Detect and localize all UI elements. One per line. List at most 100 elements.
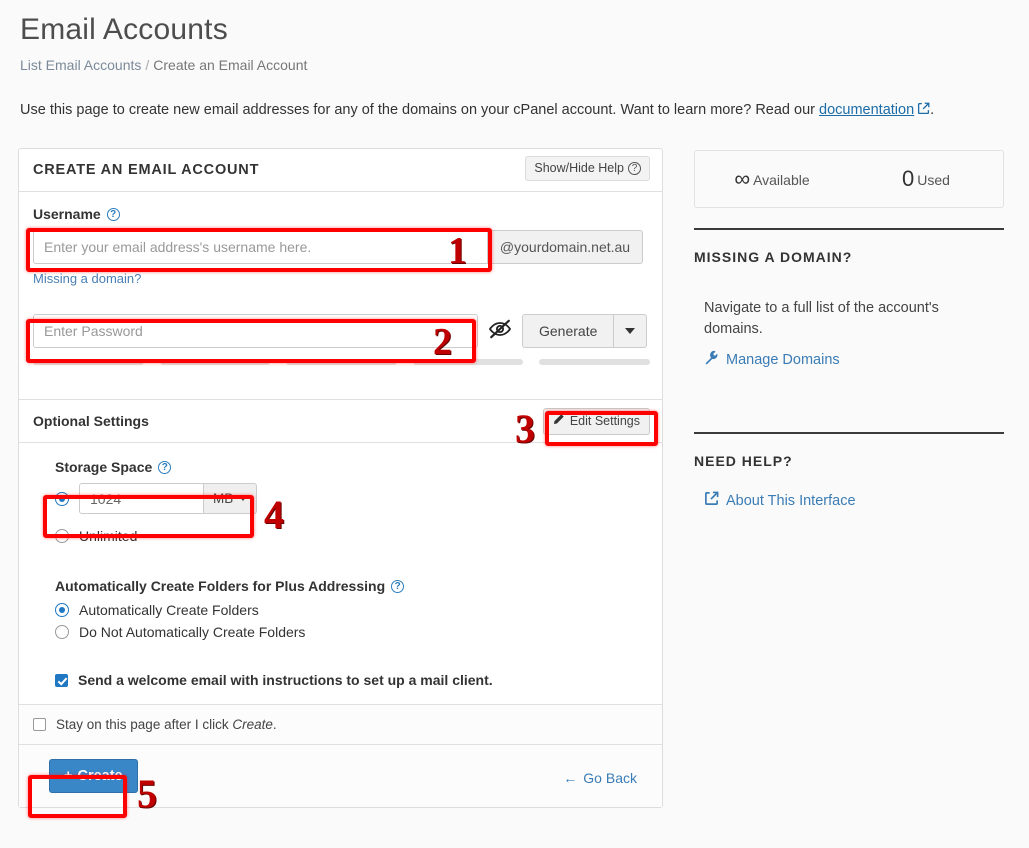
stay-on-page-checkbox[interactable] [33, 718, 46, 731]
storage-unlimited-radio[interactable] [55, 529, 69, 543]
available-label: Available [753, 172, 810, 188]
intro-text-after: . [930, 102, 935, 118]
password-input[interactable]: Enter Password [33, 314, 478, 348]
optional-settings-title: Optional Settings [33, 413, 149, 429]
manage-domains-label: Manage Domains [726, 351, 840, 368]
stay-on-page-text-before: Stay on this page after I click [56, 717, 233, 732]
credentials-section: Username ? Enter your email address's us… [19, 192, 662, 377]
optional-settings-body: Storage Space ? 1024 MB Unlimited Automa… [19, 443, 662, 705]
missing-domain-text: Navigate to a full list of the account's… [704, 300, 939, 337]
breadcrumb-separator: / [145, 57, 150, 73]
stay-on-page-row[interactable]: Stay on this page after I click Create. [33, 717, 648, 732]
storage-quota-input-group: 1024 MB [79, 483, 258, 514]
question-mark-icon: ? [628, 161, 641, 175]
sidebar-divider [694, 432, 1004, 434]
eye-slash-icon [488, 317, 512, 346]
go-back-link[interactable]: ← Go Back [563, 770, 637, 786]
welcome-email-label: Send a welcome email with instructions t… [78, 672, 493, 688]
create-button[interactable]: + Create [49, 759, 138, 793]
plus-addressing-yes-radio[interactable] [55, 603, 69, 617]
external-link-icon [704, 491, 719, 510]
account-stats-box: ∞ Available 0 Used [694, 150, 1004, 208]
used-value: 0 [902, 166, 915, 191]
storage-quota-row: 1024 MB [55, 483, 648, 514]
storage-quota-radio[interactable] [55, 491, 69, 506]
panel-header: CREATE AN EMAIL ACCOUNT Show/Hide Help ? [19, 149, 662, 192]
strength-segment [159, 359, 271, 365]
username-input[interactable]: Enter your email address's username here… [33, 230, 488, 264]
pencil-icon [552, 413, 565, 429]
welcome-email-row[interactable]: Send a welcome email with instructions t… [55, 672, 648, 688]
chevron-down-icon [625, 328, 636, 334]
breadcrumb-current: Create an Email Account [153, 57, 308, 73]
strength-segment [33, 359, 144, 365]
strength-segment [412, 359, 524, 365]
strength-segment [286, 359, 397, 365]
plus-addressing-option-yes[interactable]: Automatically Create Folders [55, 602, 648, 618]
breadcrumb: List Email Accounts / Create an Email Acco… [20, 56, 307, 74]
plus-icon: + [64, 768, 73, 784]
generate-password-button[interactable]: Generate [522, 314, 615, 348]
show-hide-help-label: Show/Hide Help [534, 161, 624, 175]
generate-password-label: Generate [539, 323, 598, 339]
used-label: Used [917, 172, 950, 188]
edit-settings-label: Edit Settings [569, 414, 640, 428]
plus-addressing-label: Automatically Create Folders for Plus Ad… [55, 578, 386, 594]
wrench-icon [704, 350, 719, 369]
plus-addressing-yes-label: Automatically Create Folders [79, 602, 259, 618]
strength-segment [539, 359, 650, 365]
stay-on-page-emphasis: Create [232, 717, 273, 732]
storage-space-label: Storage Space [55, 459, 153, 475]
used-stat: 0 Used [849, 166, 1003, 192]
available-stat: ∞ Available [695, 166, 849, 192]
password-input-group: Enter Password Generate [33, 314, 648, 348]
edit-settings-button[interactable]: Edit Settings [542, 408, 650, 435]
storage-unlimited-row[interactable]: Unlimited [55, 528, 648, 544]
need-help-heading: NEED HELP? [694, 453, 793, 469]
show-hide-help-button[interactable]: Show/Hide Help ? [525, 156, 650, 181]
create-email-account-panel: CREATE AN EMAIL ACCOUNT Show/Hide Help ?… [18, 148, 663, 808]
username-label-row: Username ? [33, 206, 648, 222]
chevron-down-icon [239, 496, 248, 501]
email-accounts-page: Email Accounts List Email Accounts / Creat… [0, 0, 1029, 848]
external-link-icon [917, 101, 930, 115]
password-strength-meter [33, 359, 650, 365]
stay-on-page-label: Stay on this page after I click Create. [56, 717, 277, 732]
create-button-label: Create [77, 768, 123, 784]
manage-domains-link[interactable]: Manage Domains [704, 350, 840, 369]
plus-addressing-option-no[interactable]: Do Not Automatically Create Folders [55, 624, 648, 640]
panel-footer: + Create ← Go Back [19, 745, 662, 807]
optional-settings-header: Optional Settings Edit Settings [19, 399, 662, 443]
plus-addressing-no-label: Do Not Automatically Create Folders [79, 624, 306, 640]
storage-space-label-row: Storage Space ? [55, 459, 648, 475]
missing-a-domain-link[interactable]: Missing a domain? [33, 271, 141, 286]
storage-unit-label: MB [213, 491, 234, 506]
toggle-password-visibility-button[interactable] [478, 314, 522, 348]
domain-suffix-addon: @yourdomain.net.au [488, 230, 643, 264]
storage-space-help-icon[interactable]: ? [158, 460, 172, 474]
intro-text: Use this page to create new email addres… [20, 100, 1009, 120]
about-this-interface-link[interactable]: About This Interface [704, 491, 856, 510]
username-label: Username [33, 206, 101, 222]
about-this-interface-label: About This Interface [726, 492, 856, 509]
page-title: Email Accounts [20, 13, 228, 46]
storage-unit-dropdown[interactable]: MB [204, 483, 258, 514]
go-back-label: Go Back [583, 770, 637, 786]
username-input-group: Enter your email address's username here… [33, 230, 650, 264]
welcome-email-checkbox[interactable] [55, 673, 68, 687]
plus-addressing-no-radio[interactable] [55, 625, 69, 639]
intro-text-before: Use this page to create new email addres… [20, 102, 820, 118]
documentation-link[interactable]: documentation [819, 102, 914, 118]
sidebar-divider [694, 228, 1004, 230]
generate-password-options-button[interactable] [614, 314, 648, 348]
missing-domain-heading: MISSING A DOMAIN? [694, 249, 853, 265]
panel-title: CREATE AN EMAIL ACCOUNT [33, 162, 260, 178]
plus-addressing-help-icon[interactable]: ? [391, 579, 405, 593]
storage-quota-input[interactable]: 1024 [79, 483, 204, 514]
breadcrumb-link-list-email-accounts[interactable]: List Email Accounts [20, 57, 141, 73]
plus-addressing-label-row: Automatically Create Folders for Plus Ad… [55, 578, 648, 594]
stay-on-page-band: Stay on this page after I click Create. [19, 705, 662, 745]
username-help-icon[interactable]: ? [106, 207, 120, 221]
available-value: ∞ [734, 166, 751, 191]
arrow-left-icon: ← [563, 770, 578, 786]
